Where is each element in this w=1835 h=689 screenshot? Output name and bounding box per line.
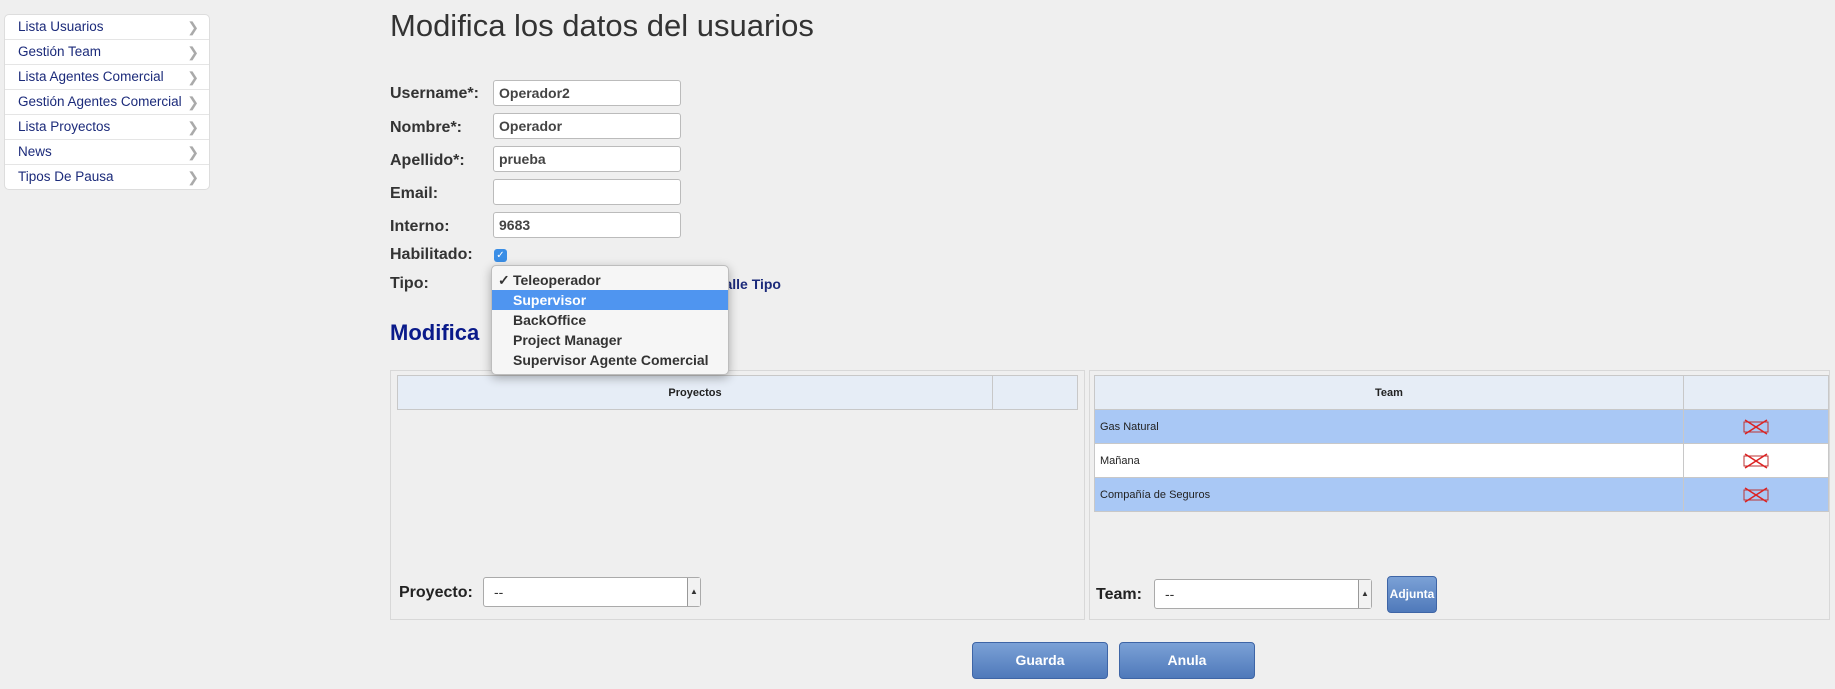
team-select-value: -- bbox=[1165, 586, 1175, 602]
team-actions-header bbox=[1683, 375, 1829, 410]
adjunta-button[interactable]: Adjunta bbox=[1387, 576, 1437, 613]
checkmark-icon: ✓ bbox=[496, 250, 505, 261]
apellido-field[interactable] bbox=[493, 146, 681, 172]
tipo-option-label: Project Manager bbox=[513, 332, 622, 348]
remove-cell bbox=[1683, 477, 1829, 512]
sidebar-item-gestion-team[interactable]: Gestión Team ❯ bbox=[5, 40, 209, 65]
habilitado-checkbox[interactable]: ✓ bbox=[494, 249, 507, 262]
chevron-right-icon: ❯ bbox=[187, 144, 199, 160]
tipo-option-backoffice[interactable]: BackOffice bbox=[492, 310, 728, 330]
sidebar-item-lista-usuarios[interactable]: Lista Usuarios ❯ bbox=[5, 15, 209, 40]
team-panel: Team Gas Natural Mañana Compañía de Segu… bbox=[1089, 370, 1830, 620]
team-column-header: Team bbox=[1094, 375, 1684, 410]
section-title: Modifica bbox=[390, 320, 480, 345]
table-row: Compañía de Seguros bbox=[1094, 477, 1829, 512]
team-name-cell: Compañía de Seguros bbox=[1094, 477, 1684, 512]
team-name-cell: Mañana bbox=[1094, 443, 1684, 478]
table-row: Gas Natural bbox=[1094, 409, 1829, 444]
tipo-option-label: Teleoperador bbox=[513, 272, 601, 288]
tipo-option-supervisor[interactable]: Supervisor bbox=[492, 290, 728, 310]
proyectos-actions-header bbox=[992, 375, 1078, 410]
tipo-option-teleoperador[interactable]: ✓ Teleoperador bbox=[492, 270, 728, 290]
team-table: Team Gas Natural Mañana Compañía de Segu… bbox=[1094, 375, 1829, 512]
tipo-dropdown-menu: ✓ Teleoperador Supervisor BackOffice Proj… bbox=[491, 265, 729, 375]
chevron-updown-icon: ▲ bbox=[687, 578, 700, 606]
chevron-right-icon: ❯ bbox=[187, 69, 199, 85]
sidebar-item-tipos-de-pausa[interactable]: Tipos De Pausa ❯ bbox=[5, 165, 209, 189]
sidebar-item-lista-proyectos[interactable]: Lista Proyectos ❯ bbox=[5, 115, 209, 140]
sidebar-item-gestion-agentes-comercial[interactable]: Gestión Agentes Comercial ❯ bbox=[5, 90, 209, 115]
tipo-label: Tipo: bbox=[390, 275, 429, 292]
sidebar-item-label: Lista Usuarios bbox=[18, 19, 104, 34]
sidebar-item-label: News bbox=[18, 144, 52, 159]
table-row: Mañana bbox=[1094, 443, 1829, 478]
chevron-right-icon: ❯ bbox=[187, 169, 199, 185]
delete-icon[interactable] bbox=[1743, 452, 1769, 469]
anula-button[interactable]: Anula bbox=[1119, 642, 1255, 679]
proyectos-column-header: Proyectos bbox=[397, 375, 993, 410]
habilitado-label: Habilitado: bbox=[390, 246, 473, 263]
proyectos-table: Proyectos bbox=[397, 375, 1078, 410]
team-name-cell: Gas Natural bbox=[1094, 409, 1684, 444]
proyecto-select[interactable]: -- ▲ bbox=[483, 577, 701, 607]
remove-cell bbox=[1683, 409, 1829, 444]
proyecto-select-value: -- bbox=[494, 584, 504, 600]
tipo-option-label: Supervisor Agente Comercial bbox=[513, 352, 709, 368]
email-label: Email: bbox=[390, 185, 439, 202]
email-field[interactable] bbox=[493, 179, 681, 205]
chevron-updown-icon: ▲ bbox=[1358, 580, 1371, 608]
tipo-option-label: Supervisor bbox=[513, 292, 587, 308]
proyectos-panel: Proyectos Proyecto: -- ▲ bbox=[390, 370, 1085, 620]
chevron-right-icon: ❯ bbox=[187, 119, 199, 135]
checkmark-icon: ✓ bbox=[498, 272, 510, 288]
page-title: Modifica los datos del usuarios bbox=[390, 8, 814, 43]
delete-icon[interactable] bbox=[1743, 418, 1769, 435]
chevron-right-icon: ❯ bbox=[187, 19, 199, 35]
username-field[interactable] bbox=[493, 80, 681, 106]
username-label: Username*: bbox=[390, 85, 479, 102]
nombre-label: Nombre*: bbox=[390, 119, 463, 136]
tipo-option-project-manager[interactable]: Project Manager bbox=[492, 330, 728, 350]
chevron-right-icon: ❯ bbox=[187, 44, 199, 60]
proyecto-label: Proyecto: bbox=[399, 584, 473, 601]
sidebar-item-news[interactable]: News ❯ bbox=[5, 140, 209, 165]
sidebar-item-label: Gestión Agentes Comercial bbox=[18, 94, 182, 109]
sidebar-item-label: Tipos De Pausa bbox=[18, 169, 114, 184]
sidebar-item-label: Lista Proyectos bbox=[18, 119, 111, 134]
sidebar-nav: Lista Usuarios ❯ Gestión Team ❯ Lista Agen… bbox=[4, 14, 210, 190]
tipo-option-supervisor-agente-comercial[interactable]: Supervisor Agente Comercial bbox=[492, 350, 728, 370]
sidebar-item-lista-agentes-comercial[interactable]: Lista Agentes Comercial ❯ bbox=[5, 65, 209, 90]
nombre-field[interactable] bbox=[493, 113, 681, 139]
interno-label: Interno: bbox=[390, 218, 450, 235]
chevron-right-icon: ❯ bbox=[187, 94, 199, 110]
team-select[interactable]: -- ▲ bbox=[1154, 579, 1372, 609]
team-label: Team: bbox=[1096, 586, 1142, 603]
apellido-label: Apellido*: bbox=[390, 152, 465, 169]
tipo-option-label: BackOffice bbox=[513, 312, 587, 328]
guarda-button[interactable]: Guarda bbox=[972, 642, 1108, 679]
delete-icon[interactable] bbox=[1743, 486, 1769, 503]
interno-field[interactable] bbox=[493, 212, 681, 238]
sidebar-item-label: Gestión Team bbox=[18, 44, 102, 59]
sidebar-item-label: Lista Agentes Comercial bbox=[18, 69, 164, 84]
remove-cell bbox=[1683, 443, 1829, 478]
